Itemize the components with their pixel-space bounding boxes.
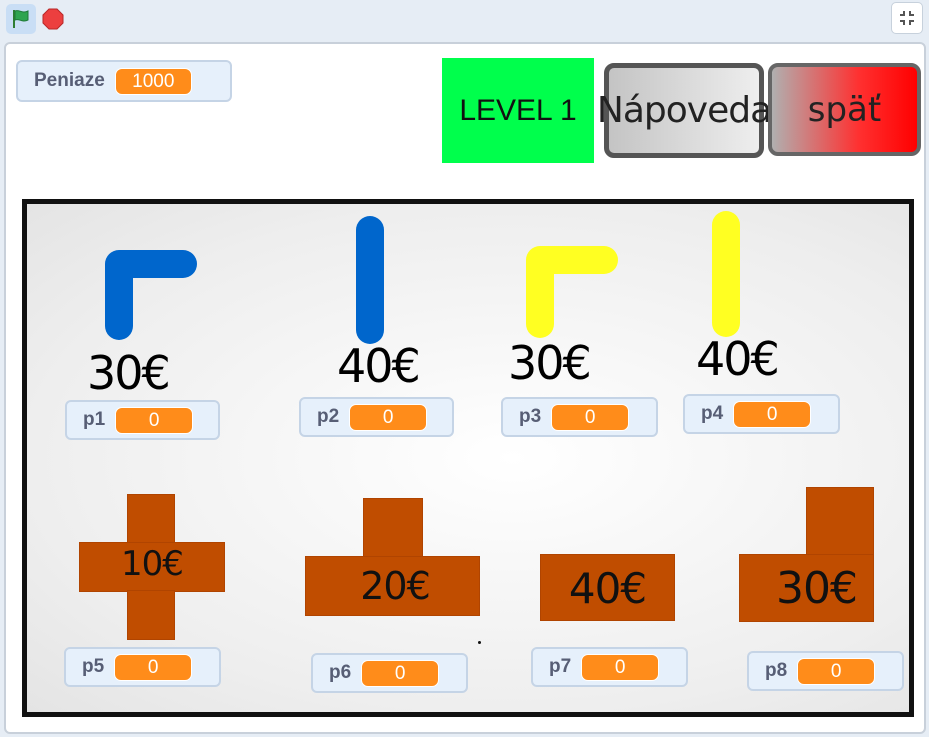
- exit-fullscreen-button[interactable]: [891, 2, 923, 34]
- piece-p2-label: p2: [317, 406, 340, 427]
- piece-p1-monitor: p1 0: [65, 400, 220, 440]
- piece-p4-count: 0: [733, 400, 812, 428]
- piece-p7-count: 0: [581, 653, 660, 681]
- piece-p4-shape[interactable]: [709, 210, 743, 340]
- piece-p8-shape[interactable]: 30€: [739, 487, 874, 622]
- piece-p1-shape[interactable]: [103, 240, 198, 340]
- piece-p3-label: p3: [519, 406, 542, 427]
- piece-p3-price: 30€: [508, 336, 592, 390]
- piece-p2-price: 40€: [337, 339, 421, 393]
- piece-p6-price: 20€: [360, 564, 431, 608]
- piece-p7-price: 40€: [568, 564, 647, 613]
- piece-p2-count: 0: [349, 403, 428, 431]
- piece-p2-monitor: p2 0: [299, 397, 454, 437]
- piece-p6-label: p6: [329, 662, 352, 683]
- money-value: 1000: [114, 67, 192, 95]
- piece-p4-label: p4: [701, 403, 724, 424]
- stage-dot: [478, 641, 481, 644]
- piece-p1-label: p1: [83, 409, 106, 430]
- shrink-icon: [900, 11, 914, 25]
- piece-p3-monitor: p3 0: [501, 397, 658, 437]
- piece-p6-count: 0: [361, 659, 440, 687]
- money-label: Peniaze: [34, 70, 105, 91]
- piece-p5-price: 10€: [121, 544, 184, 584]
- piece-p2-shape[interactable]: [352, 216, 388, 346]
- piece-p8-label: p8: [765, 660, 788, 681]
- help-button[interactable]: Nápoveda: [597, 63, 772, 158]
- piece-p5-count: 0: [114, 653, 193, 681]
- piece-p5-label: p5: [82, 656, 105, 677]
- piece-p1-count: 0: [115, 406, 194, 434]
- piece-p4-monitor: p4 0: [683, 394, 840, 434]
- back-button[interactable]: späť: [768, 63, 921, 156]
- piece-p8-monitor: p8 0: [747, 651, 904, 691]
- stop-sign-icon: [42, 8, 64, 30]
- money-monitor: Peniaze 1000: [16, 60, 232, 102]
- piece-p7-monitor: p7 0: [531, 647, 688, 687]
- piece-p7-label: p7: [549, 656, 572, 677]
- green-flag-button[interactable]: [6, 4, 36, 34]
- piece-p4-price: 40€: [696, 332, 780, 386]
- pieces-board: 30€ p1 0 40€ p2 0 30€ p3 0 40€ p4 0 10€ …: [22, 199, 914, 717]
- piece-p8-price: 30€: [776, 563, 858, 614]
- piece-p3-count: 0: [551, 403, 630, 431]
- piece-p6-monitor: p6 0: [311, 653, 468, 693]
- player-toolbar: [0, 0, 929, 38]
- piece-p3-shape[interactable]: [524, 238, 619, 338]
- piece-p8-count: 0: [797, 657, 876, 685]
- piece-p6-shape[interactable]: 20€: [305, 498, 480, 616]
- stop-button[interactable]: [42, 8, 64, 30]
- piece-p1-price: 30€: [87, 346, 171, 400]
- green-flag-icon: [13, 10, 29, 28]
- level-indicator: LEVEL 1: [442, 58, 594, 163]
- stage[interactable]: Peniaze 1000 LEVEL 1 Nápoveda späť 30€ p…: [4, 42, 926, 734]
- piece-p5-shape[interactable]: 10€: [79, 494, 225, 640]
- piece-p5-monitor: p5 0: [64, 647, 221, 687]
- piece-p7-shape[interactable]: 40€: [540, 554, 675, 621]
